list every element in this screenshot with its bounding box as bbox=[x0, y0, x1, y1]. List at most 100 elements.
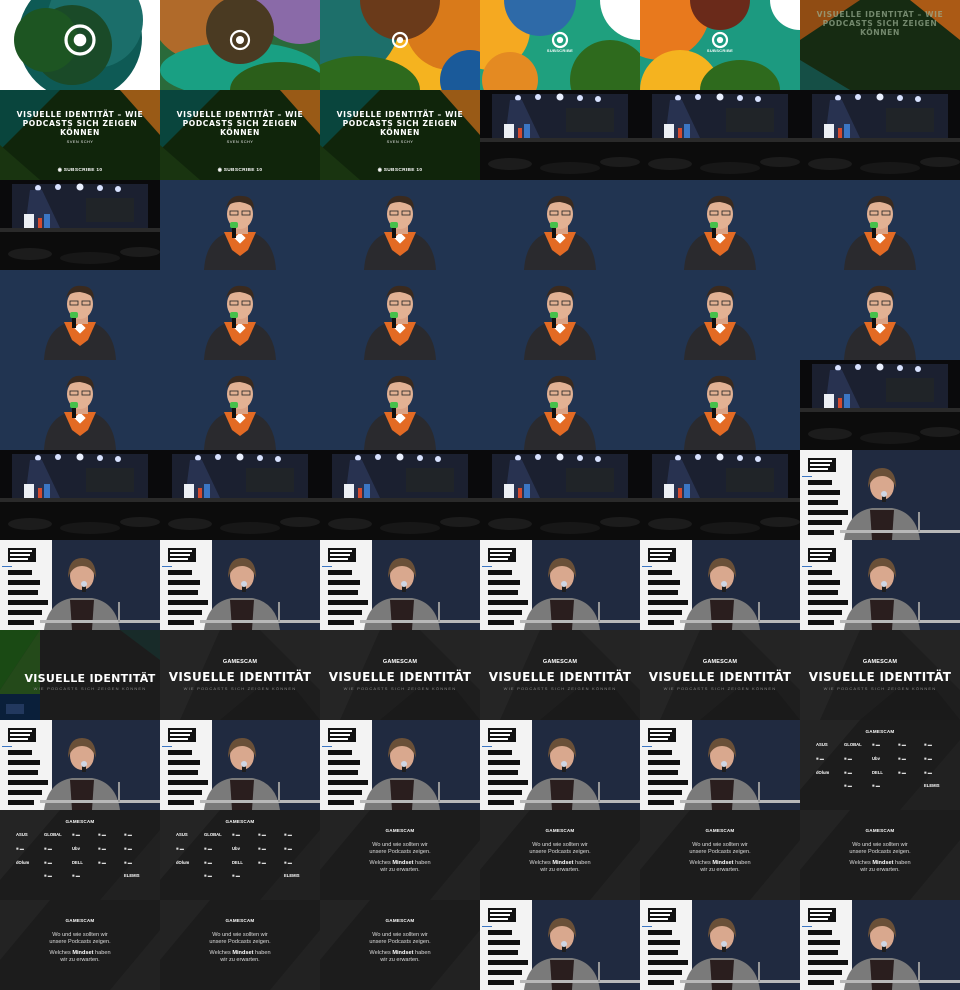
stage-wide-shot bbox=[160, 450, 320, 540]
presenter-frame[interactable] bbox=[0, 540, 160, 630]
speaker-closeup-frame[interactable] bbox=[0, 360, 160, 450]
speaker-closeup-frame[interactable] bbox=[160, 270, 320, 360]
stage-wide-frame[interactable] bbox=[800, 360, 960, 450]
presenter-frame[interactable] bbox=[480, 540, 640, 630]
event-logo: GAMESCAM bbox=[385, 918, 415, 923]
stage-wide-frame[interactable] bbox=[160, 450, 320, 540]
speaker-closeup bbox=[160, 270, 320, 360]
question-line-2: unsere Podcasts zeigen. bbox=[369, 849, 431, 855]
stage-wide-shot bbox=[800, 360, 960, 450]
presenter-frame[interactable] bbox=[640, 900, 800, 990]
question-line-1: Wo und wie sollten wir bbox=[372, 932, 428, 938]
talk-title-frame[interactable]: VISUELLE IDENTITÄT – WIE PODCASTS SICH Z… bbox=[160, 90, 320, 180]
speaker-closeup-frame[interactable] bbox=[480, 270, 640, 360]
event-logo: GAMESCAM bbox=[65, 819, 95, 824]
stage-wide-frame[interactable] bbox=[0, 450, 160, 540]
presenter-shot bbox=[320, 720, 480, 810]
presenter-frame[interactable] bbox=[800, 450, 960, 540]
speaker-name: SVEN SCHY bbox=[386, 139, 414, 144]
sponsor-logo-mark-icon: ■ ▬ bbox=[872, 783, 880, 788]
question-slide-frame[interactable]: GAMESCAM Wo und wie sollten wir unsere P… bbox=[640, 810, 800, 900]
sponsor-logo-mark-icon: ■ ▬ bbox=[898, 742, 906, 747]
intro-animation-frame[interactable]: SUBSCRIBE bbox=[640, 0, 800, 90]
title-card-frame[interactable]: GAMESCAM VISUELLE IDENTITÄT WIE PODCASTS… bbox=[640, 630, 800, 720]
sponsors-frame[interactable]: GAMESCAM ASUS GLOBAL ■ ▬ ■ ▬ ■ ▬ ■ ▬ ■ ▬ Ubv ■ ▬… bbox=[800, 720, 960, 810]
stage-wide-frame[interactable] bbox=[0, 180, 160, 270]
sponsor-logo-mark-icon: ■ ▬ bbox=[124, 860, 132, 865]
question-line-4: wir zu erwarten. bbox=[380, 867, 420, 873]
speaker-closeup bbox=[0, 360, 160, 450]
sponsors-frame[interactable]: GAMESCAM ASUS GLOBAL ■ ▬ ■ ▬ ■ ▬ ■ ▬ ■ ▬ Ubv ■ ▬… bbox=[160, 810, 320, 900]
speaker-closeup-frame[interactable] bbox=[640, 360, 800, 450]
sponsor-logo: ■ ▬ bbox=[16, 846, 24, 851]
sponsor-logo: ASUS bbox=[16, 832, 28, 837]
event-logo: GAMESCAM bbox=[865, 729, 895, 734]
event-logo: GAMESCAM bbox=[65, 918, 95, 923]
sponsor-logo: ■ ▬ bbox=[204, 860, 212, 865]
presenter-frame[interactable] bbox=[800, 540, 960, 630]
presenter-frame[interactable] bbox=[480, 900, 640, 990]
intro-animation-frame[interactable] bbox=[320, 0, 480, 90]
speaker-closeup bbox=[0, 270, 160, 360]
stage-wide-frame[interactable] bbox=[640, 450, 800, 540]
speaker-closeup-frame[interactable] bbox=[800, 180, 960, 270]
stage-wide-frame[interactable] bbox=[800, 90, 960, 180]
speaker-closeup-frame[interactable] bbox=[0, 270, 160, 360]
event-logo: GAMESCAM bbox=[222, 659, 258, 665]
question-slide-frame[interactable]: GAMESCAM Wo und wie sollten wir unsere P… bbox=[0, 900, 160, 990]
sponsors-frame[interactable]: GAMESCAM ASUS GLOBAL ■ ▬ ■ ▬ ■ ▬ ■ ▬ ■ ▬ Ubv ■ ▬… bbox=[0, 810, 160, 900]
stage-wide-frame[interactable] bbox=[480, 450, 640, 540]
presenter-frame[interactable] bbox=[320, 720, 480, 810]
presenter-frame[interactable] bbox=[320, 540, 480, 630]
sponsor-logo-mark-icon: ■ ▬ bbox=[816, 756, 824, 761]
talk-title-frame[interactable]: VISUELLE IDENTITÄT – WIE PODCASTS SICH Z… bbox=[320, 90, 480, 180]
event-logo: GAMESCAM bbox=[862, 659, 898, 665]
presenter-frame[interactable] bbox=[640, 540, 800, 630]
transition-frame[interactable]: VISUELLE IDENTITÄT WIE PODCASTS SICH ZEI… bbox=[0, 630, 160, 720]
intro-animation-frame[interactable]: SUBSCRIBE bbox=[480, 0, 640, 90]
title-card-heading: VISUELLE IDENTITÄT bbox=[328, 670, 472, 684]
stage-wide-frame[interactable] bbox=[320, 450, 480, 540]
presenter-frame[interactable] bbox=[160, 720, 320, 810]
stage-wide-frame[interactable] bbox=[480, 90, 640, 180]
presenter-frame[interactable] bbox=[800, 900, 960, 990]
presenter-frame[interactable] bbox=[0, 720, 160, 810]
intro-animation-frame[interactable] bbox=[160, 0, 320, 90]
question-slide-frame[interactable]: GAMESCAM Wo und wie sollten wir unsere P… bbox=[800, 810, 960, 900]
title-card-frame[interactable]: GAMESCAM VISUELLE IDENTITÄT WIE PODCASTS… bbox=[800, 630, 960, 720]
sponsor-logo: ■ ▬ bbox=[72, 873, 80, 878]
speaker-closeup-frame[interactable] bbox=[640, 180, 800, 270]
speaker-closeup-frame[interactable] bbox=[320, 180, 480, 270]
question-slide-frame[interactable]: GAMESCAM Wo und wie sollten wir unsere P… bbox=[160, 900, 320, 990]
sponsor-logo: ELEMIS bbox=[924, 783, 940, 788]
stage-wide-frame[interactable] bbox=[640, 90, 800, 180]
intro-animation-frame[interactable] bbox=[0, 0, 160, 90]
sponsor-logo: ■ ▬ bbox=[204, 846, 212, 851]
intro-animation-frame[interactable]: VISUELLE IDENTITÄT – WIE PODCASTS SICH Z… bbox=[800, 0, 960, 90]
talk-title-frame[interactable]: VISUELLE IDENTITÄT – WIE PODCASTS SICH Z… bbox=[0, 90, 160, 180]
speaker-closeup-frame[interactable] bbox=[480, 180, 640, 270]
question-slide-frame[interactable]: GAMESCAM Wo und wie sollten wir unsere P… bbox=[320, 810, 480, 900]
presenter-frame[interactable] bbox=[160, 540, 320, 630]
sponsor-logo-mark-icon: ■ ▬ bbox=[258, 860, 266, 865]
question-line-2: unsere Podcasts zeigen. bbox=[49, 939, 111, 945]
speaker-closeup-frame[interactable] bbox=[800, 270, 960, 360]
sponsor-logo: ■ ▬ bbox=[844, 770, 852, 775]
presenter-frame[interactable] bbox=[480, 720, 640, 810]
speaker-closeup-frame[interactable] bbox=[160, 360, 320, 450]
speaker-closeup-frame[interactable] bbox=[480, 360, 640, 450]
title-card-frame[interactable]: GAMESCAM VISUELLE IDENTITÄT WIE PODCASTS… bbox=[320, 630, 480, 720]
question-line-4: wir zu erwarten. bbox=[860, 867, 900, 873]
title-card-heading: VISUELLE IDENTITÄT bbox=[488, 670, 632, 684]
title-card-frame[interactable]: GAMESCAM VISUELLE IDENTITÄT WIE PODCASTS… bbox=[160, 630, 320, 720]
title-card-frame[interactable]: GAMESCAM VISUELLE IDENTITÄT WIE PODCASTS… bbox=[480, 630, 640, 720]
speaker-closeup-frame[interactable] bbox=[320, 360, 480, 450]
presenter-frame[interactable] bbox=[640, 720, 800, 810]
question-slide-frame[interactable]: GAMESCAM Wo und wie sollten wir unsere P… bbox=[480, 810, 640, 900]
speaker-closeup-frame[interactable] bbox=[320, 270, 480, 360]
question-slide-frame[interactable]: GAMESCAM Wo und wie sollten wir unsere P… bbox=[320, 900, 480, 990]
speaker-closeup-frame[interactable] bbox=[640, 270, 800, 360]
title-card-heading: VISUELLE IDENTITÄT bbox=[168, 670, 312, 684]
sponsor-logo: ELEMIS bbox=[284, 873, 300, 878]
speaker-closeup-frame[interactable] bbox=[160, 180, 320, 270]
